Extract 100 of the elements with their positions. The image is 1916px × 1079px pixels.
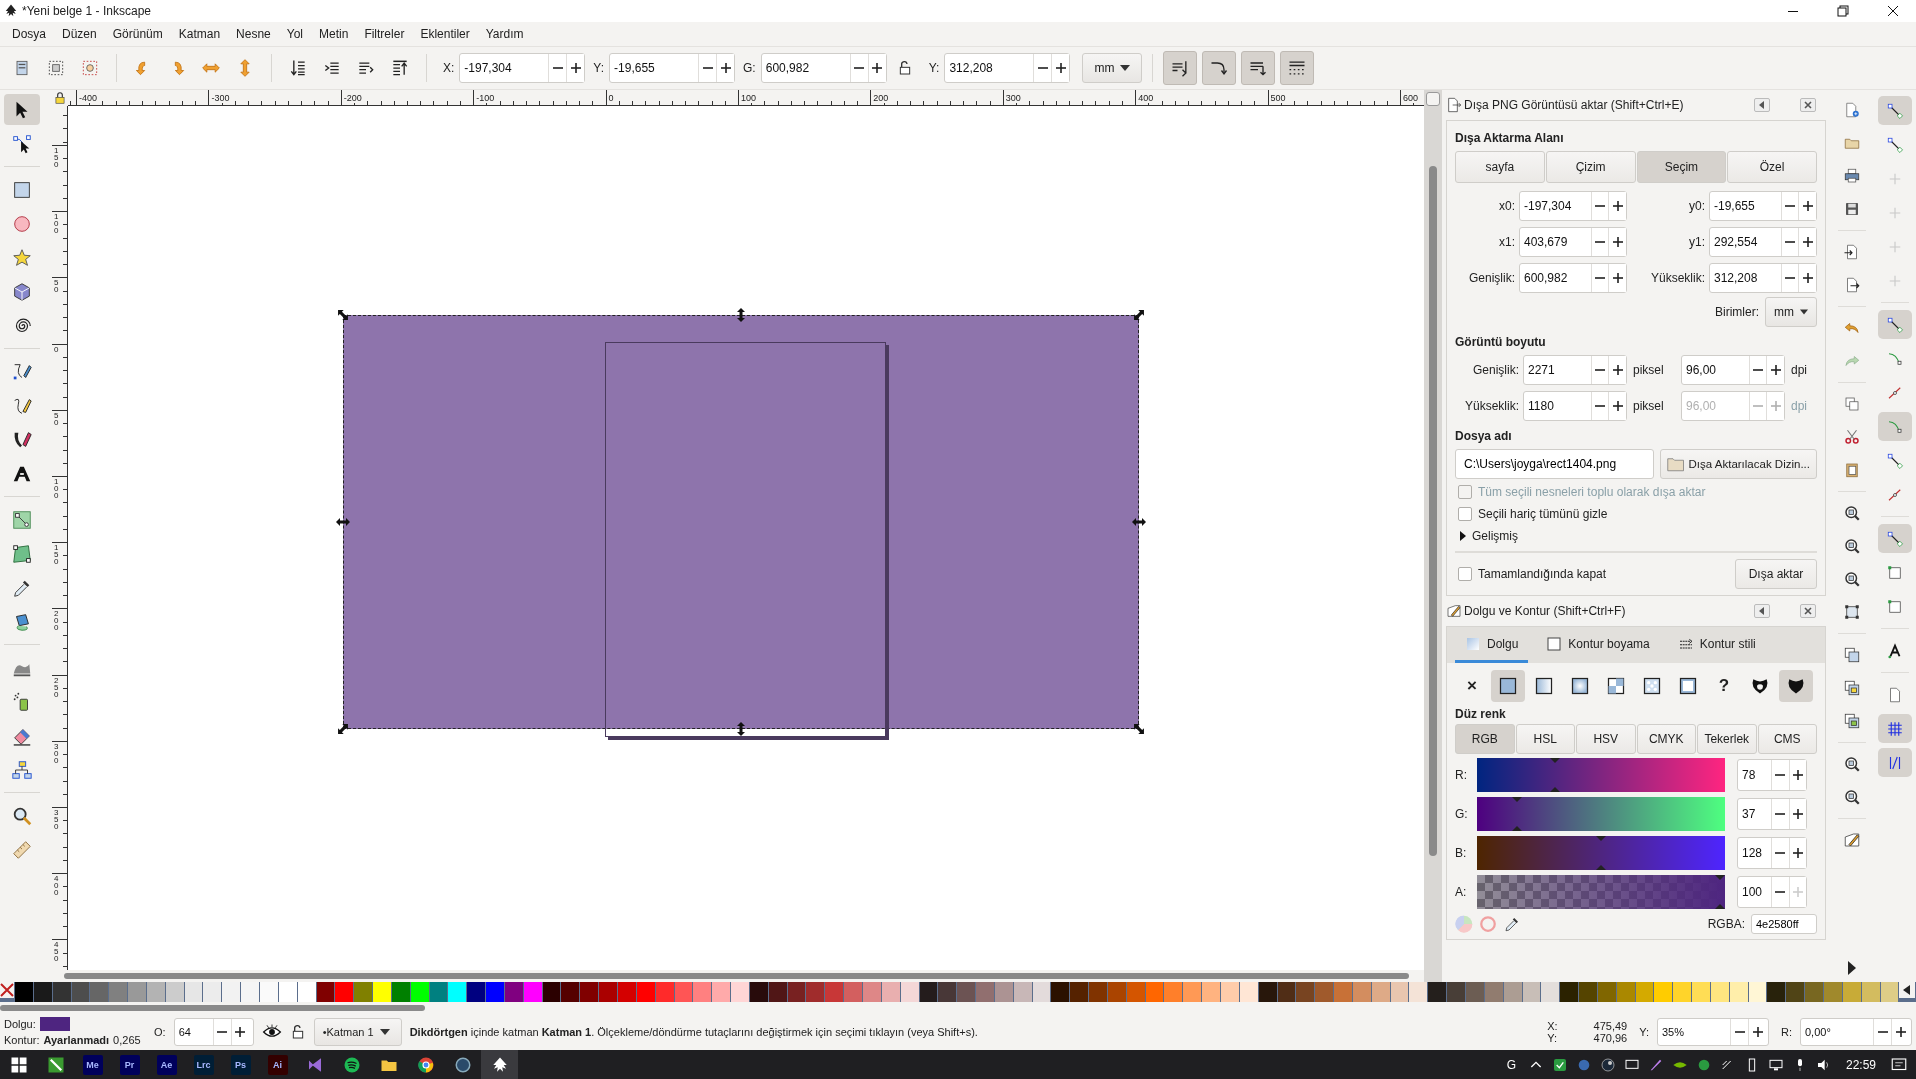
ruler-label: 50 xyxy=(54,279,60,294)
menu-item[interactable]: Görünüm xyxy=(104,27,171,41)
mode-button[interactable]: Tekerlek xyxy=(1697,724,1757,754)
panel-title: Dışa PNG Görüntüsü aktar (Shift+Ctrl+E) xyxy=(1464,98,1684,112)
layer-dropdown[interactable]: •Katman 1 xyxy=(313,1018,402,1046)
menu-item[interactable]: Metin xyxy=(311,27,357,41)
number-field[interactable]: 403,679 xyxy=(1520,228,1591,256)
mode-button[interactable]: RGB xyxy=(1455,724,1515,754)
area-button[interactable]: sayfa xyxy=(1455,151,1545,183)
number-field[interactable]: 35% xyxy=(1658,1019,1730,1045)
ruler-label: 200 xyxy=(871,93,889,103)
spin-box[interactable]: 0,00° xyxy=(1800,1018,1912,1046)
number-field[interactable]: -197,304 xyxy=(460,54,549,82)
spin-box[interactable]: 35% xyxy=(1657,1018,1769,1046)
menu-item[interactable]: Filtreler xyxy=(356,27,413,41)
number-field[interactable]: 292,554 xyxy=(1710,228,1781,256)
menu-item[interactable]: Yol xyxy=(278,27,312,41)
app-button[interactable]: Ai xyxy=(259,1050,296,1079)
field-label: B: xyxy=(1455,846,1468,860)
unit-label: dpi xyxy=(1790,399,1808,413)
menu-item[interactable]: Katman xyxy=(170,27,229,41)
app-button[interactable]: Ps xyxy=(222,1050,259,1079)
area-button[interactable]: Çizim xyxy=(1545,151,1636,183)
number-field[interactable]: -19,655 xyxy=(1710,192,1781,220)
spin-box[interactable]: 600,982 xyxy=(1519,263,1627,293)
field-label: A: xyxy=(1455,885,1468,899)
number-field[interactable]: -19,655 xyxy=(610,54,699,82)
checkbox-label: Tüm seçili nesneleri toplu olarak dışa aktar xyxy=(1478,485,1706,499)
spin-box[interactable]: 2271 xyxy=(1523,355,1627,385)
mode-button[interactable]: HSL xyxy=(1515,724,1575,754)
export-button[interactable]: Dışa aktar xyxy=(1735,559,1817,589)
field-label: y1: xyxy=(1688,235,1705,249)
menu-item[interactable]: Nesne xyxy=(228,27,279,41)
area-button[interactable]: Seçim xyxy=(1636,151,1727,183)
mode-button[interactable]: CMS xyxy=(1757,724,1817,754)
spin-box[interactable]: 78 xyxy=(1737,759,1807,791)
ruler-label: 0 xyxy=(54,345,60,353)
expander[interactable]: Gelişmiş xyxy=(1455,527,1817,545)
number-field[interactable]: -197,304 xyxy=(1520,192,1591,220)
number-field[interactable]: 2271 xyxy=(1524,356,1591,384)
spin-box[interactable]: -197,304 xyxy=(459,53,586,83)
paint-type-button[interactable]: ? xyxy=(1707,670,1741,702)
spin-box[interactable]: 312,208 xyxy=(944,53,1071,83)
mode-button[interactable]: CMYK xyxy=(1636,724,1696,754)
number-field[interactable]: 1180 xyxy=(1524,392,1591,420)
menu-item[interactable]: Yardım xyxy=(477,27,532,41)
menu-item[interactable]: Dosya xyxy=(4,27,54,41)
number-field[interactable]: 600,982 xyxy=(761,54,850,82)
mode-button[interactable]: HSV xyxy=(1576,724,1636,754)
paint-type-button[interactable]: × xyxy=(1455,670,1489,702)
spin-box[interactable]: 312,208 xyxy=(1709,263,1817,293)
stroke-value: Ayarlanmadı xyxy=(43,1034,110,1046)
spin-box[interactable]: -19,655 xyxy=(609,53,736,83)
spin-box[interactable]: -19,655 xyxy=(1709,191,1817,221)
app-button[interactable]: Me xyxy=(74,1050,111,1079)
spin-box[interactable]: 128 xyxy=(1737,837,1807,869)
field-label: Genişlik: xyxy=(1468,271,1515,285)
number-field[interactable]: 37 xyxy=(1738,799,1772,829)
number-field[interactable]: 0,00° xyxy=(1801,1019,1873,1045)
spin-box[interactable]: 292,554 xyxy=(1709,227,1817,257)
spin-box[interactable]: -197,304 xyxy=(1519,191,1627,221)
spin-box[interactable]: 64 xyxy=(173,1018,254,1046)
spin-box[interactable]: 600,982 xyxy=(760,53,887,83)
spin-box[interactable]: 96,00 xyxy=(1681,355,1785,385)
ruler-label: 500 xyxy=(1268,93,1286,103)
tab[interactable]: Kontur stili xyxy=(1667,627,1766,663)
menu-item[interactable]: Eklentiler xyxy=(412,27,478,41)
stroke-width: 0,265 xyxy=(113,1034,141,1046)
number-field[interactable]: 312,208 xyxy=(1710,264,1781,292)
number-field[interactable]: 312,208 xyxy=(945,54,1034,82)
field-label: Y: xyxy=(928,61,940,75)
section-heading: Dışa Aktarma Alanı xyxy=(1455,131,1565,145)
spin-box[interactable]: 403,679 xyxy=(1519,227,1627,257)
spin-box[interactable]: 1180 xyxy=(1523,391,1627,421)
field-label: R: xyxy=(1781,1026,1792,1038)
browse-button[interactable]: Dışa Aktarılacak Dizin... xyxy=(1659,449,1817,479)
unit-dropdown[interactable]: mm xyxy=(1765,297,1817,327)
app-button[interactable]: Lrc xyxy=(185,1050,222,1079)
tab[interactable]: Dolgu xyxy=(1455,627,1529,663)
checkbox-label: Tamamlandığında kapat xyxy=(1478,567,1607,581)
ruler-label: -400 xyxy=(77,93,97,103)
ruler-label: 150 xyxy=(54,544,60,566)
tab[interactable]: Kontur boyama xyxy=(1536,627,1660,663)
number-field[interactable]: 78 xyxy=(1738,760,1772,790)
spin-box[interactable]: 100 xyxy=(1737,876,1807,908)
app-button[interactable]: Ae xyxy=(148,1050,185,1079)
area-button[interactable]: Özel xyxy=(1727,151,1817,183)
number-field[interactable]: 600,982 xyxy=(1520,264,1591,292)
app-button[interactable]: Pr xyxy=(111,1050,148,1079)
menu-item[interactable]: Düzen xyxy=(54,27,105,41)
unit-dropdown[interactable]: mm xyxy=(1082,53,1143,83)
filename-field[interactable]: C:\Users\joyga\rect1404.png xyxy=(1455,449,1654,479)
hex-color-field[interactable]: 4e2580ff xyxy=(1751,914,1817,934)
window-title: *Yeni belge 1 - Inkscape xyxy=(22,4,151,18)
ruler-label: 50 xyxy=(54,411,60,426)
number-field[interactable]: 64 xyxy=(174,1019,213,1045)
spin-box[interactable]: 37 xyxy=(1737,798,1807,830)
number-field[interactable]: 128 xyxy=(1738,838,1772,868)
number-field[interactable]: 100 xyxy=(1738,877,1772,907)
number-field[interactable]: 96,00 xyxy=(1682,356,1749,384)
